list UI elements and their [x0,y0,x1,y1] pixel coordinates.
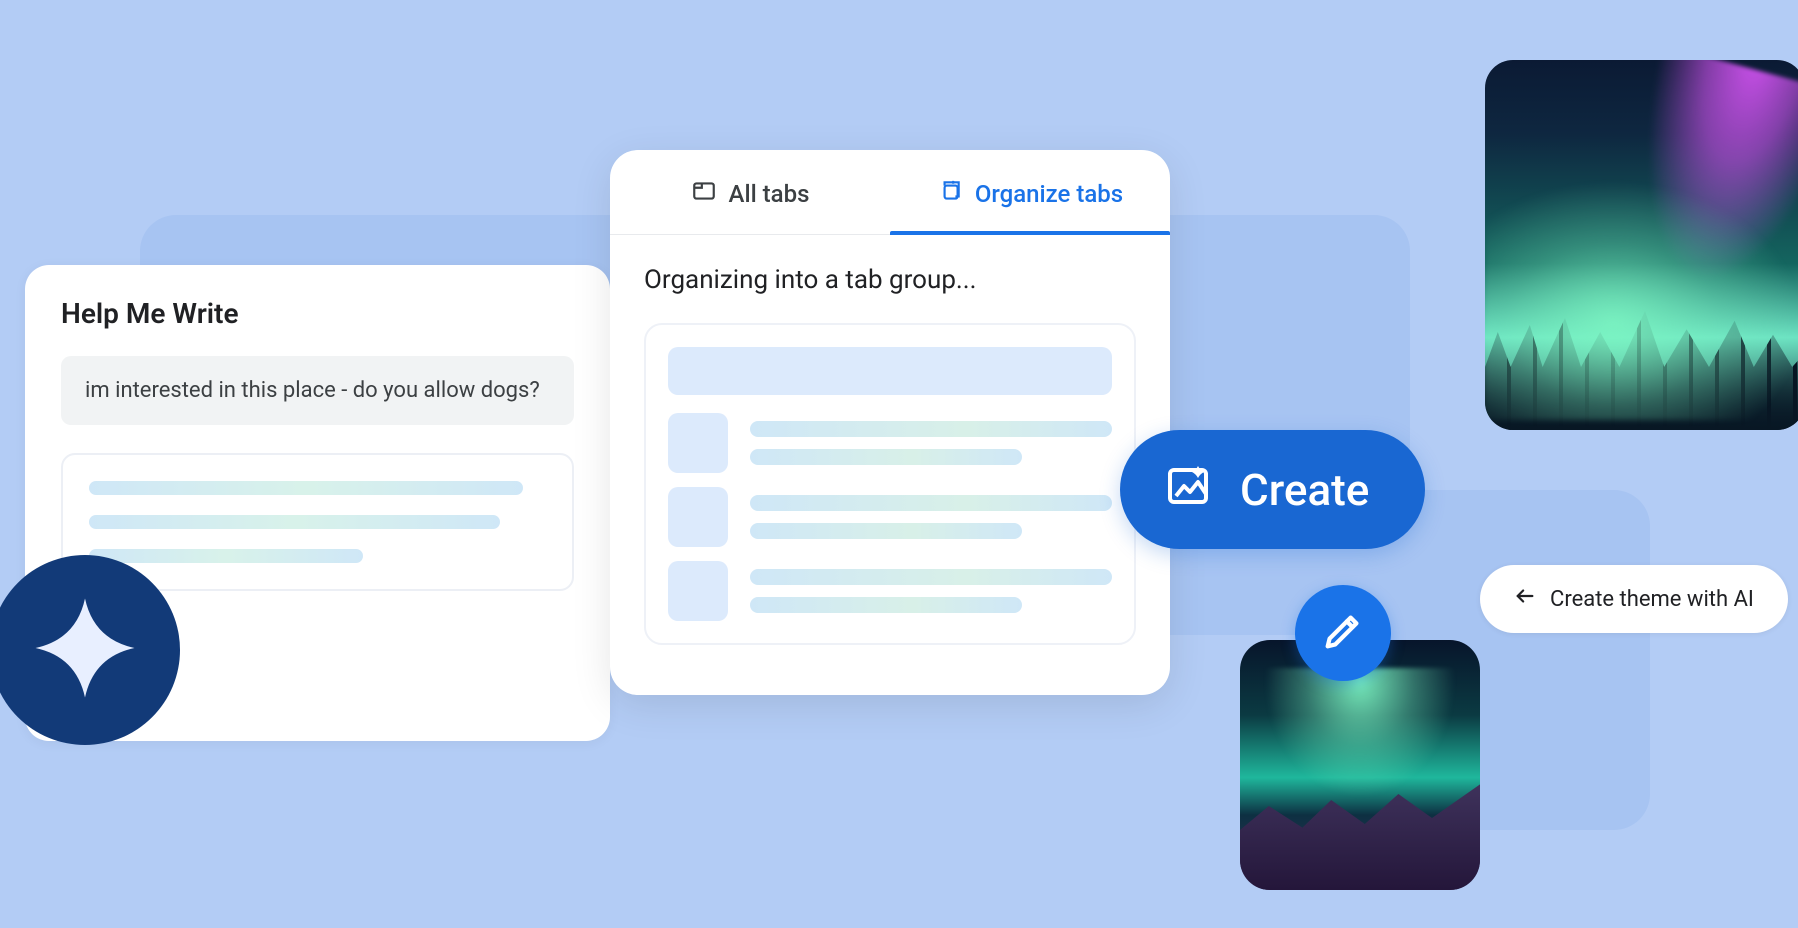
placeholder-line [750,523,1022,539]
arrow-left-icon [1514,585,1536,613]
tabs-header: All tabs Organize tabs [610,150,1170,235]
help-me-write-input[interactable]: im interested in this place - do you all… [61,356,574,425]
tab-icon [691,178,717,210]
skeleton-row [668,413,1112,473]
aurora-image-large [1485,60,1798,430]
placeholder-line [89,549,363,563]
skeleton-row [668,561,1112,621]
help-me-write-title: Help Me Write [61,297,574,330]
tabs-body-title: Organizing into a tab group... [644,265,1136,295]
organize-tabs-icon [937,178,963,210]
pencil-icon [1320,608,1366,658]
skeleton-header [668,347,1112,395]
sparkle-icon [30,593,140,707]
tabs-body: Organizing into a tab group... [610,235,1170,695]
skeleton-row [668,487,1112,547]
tab-label: All tabs [729,180,810,208]
create-theme-label: Create theme with AI [1550,587,1754,612]
placeholder-line [89,481,523,495]
create-button-label: Create [1240,464,1369,516]
image-sparkle-icon [1164,460,1212,519]
skeleton-favicon [668,487,728,547]
create-theme-with-ai-button[interactable]: Create theme with AI [1480,565,1788,633]
tab-all-tabs[interactable]: All tabs [610,150,890,234]
placeholder-line [750,597,1022,613]
tab-label: Organize tabs [975,180,1123,208]
tab-group-skeleton [644,323,1136,645]
create-button[interactable]: Create [1120,430,1425,549]
skeleton-favicon [668,561,728,621]
edit-button[interactable] [1295,585,1391,681]
tab-organize-tabs[interactable]: Organize tabs [890,150,1170,234]
placeholder-line [750,495,1112,511]
tab-search-panel: All tabs Organize tabs Organizing into a… [610,150,1170,695]
placeholder-line [750,569,1112,585]
placeholder-line [750,449,1022,465]
skeleton-favicon [668,413,728,473]
placeholder-line [750,421,1112,437]
placeholder-line [89,515,500,529]
